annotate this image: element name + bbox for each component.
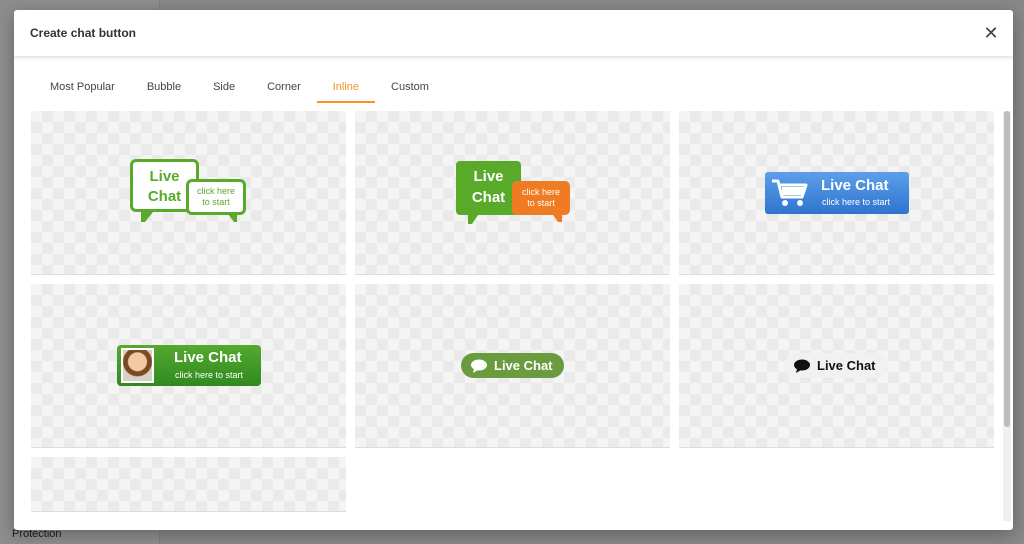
modal-scrollbar[interactable] [1003,111,1011,521]
template-card-filled-bubbles[interactable]: Live Chat click here to start [355,111,670,275]
speech-bubble-small: click here to start [512,181,570,222]
button-subtitle: click here to start [822,197,891,207]
button-template-grid: Live Chat click here to start Live Chat … [31,111,996,521]
button-subtext-line2: to start [202,197,230,207]
tab-most-popular[interactable]: Most Popular [34,71,131,103]
template-card-light-pill[interactable]: Live Chat [679,284,994,448]
avatar [121,348,154,383]
modal-title: Create chat button [30,26,137,40]
modal-header: Create chat button ✕ [14,10,1013,57]
tab-custom[interactable]: Custom [375,71,445,103]
tab-bubble[interactable]: Bubble [131,71,197,103]
button-subtext-line2: to start [527,198,555,208]
button-subtext-line1: click here [196,186,235,196]
tab-inline[interactable]: Inline [316,71,376,103]
tab-corner[interactable]: Corner [251,71,317,103]
speech-bubble-small: click here to start [186,179,246,222]
close-icon[interactable]: ✕ [981,23,1001,43]
speech-bubble-icon [794,359,810,373]
scrollbar-thumb[interactable] [1004,111,1010,427]
button-title: Live Chat [817,358,876,373]
template-card-green-avatar[interactable]: Live Chat click here to start [31,284,346,448]
tab-side[interactable]: Side [197,71,251,103]
cart-icon [772,179,808,206]
button-subtitle: click here to start [175,370,244,380]
button-title: Live Chat [174,349,242,366]
chat-button-preview: Live Chat click here to start [765,172,909,214]
chat-button-preview: Live Chat click here to start [456,161,576,231]
template-card-green-pill[interactable]: Live Chat [355,284,670,448]
chat-button-preview: Live Chat click here to start [130,159,250,229]
speech-bubble-icon [471,359,487,373]
chat-button-preview: Live Chat click here to start [117,345,261,386]
button-title: Live Chat [821,177,889,194]
button-type-tabs: Most Popular Bubble Side Corner Inline C… [34,71,445,103]
template-card-blue-cart[interactable]: Live Chat click here to start [679,111,994,275]
chat-button-preview: Live Chat [461,353,564,378]
button-title: Live Chat [494,358,553,373]
template-card-partial[interactable] [31,457,346,512]
create-chat-button-modal: Create chat button ✕ Most Popular Bubble… [14,10,1013,530]
template-card-outline-bubbles[interactable]: Live Chat click here to start [31,111,346,275]
chat-button-preview: Live Chat [785,353,888,378]
button-subtext-line1: click here [521,187,560,197]
